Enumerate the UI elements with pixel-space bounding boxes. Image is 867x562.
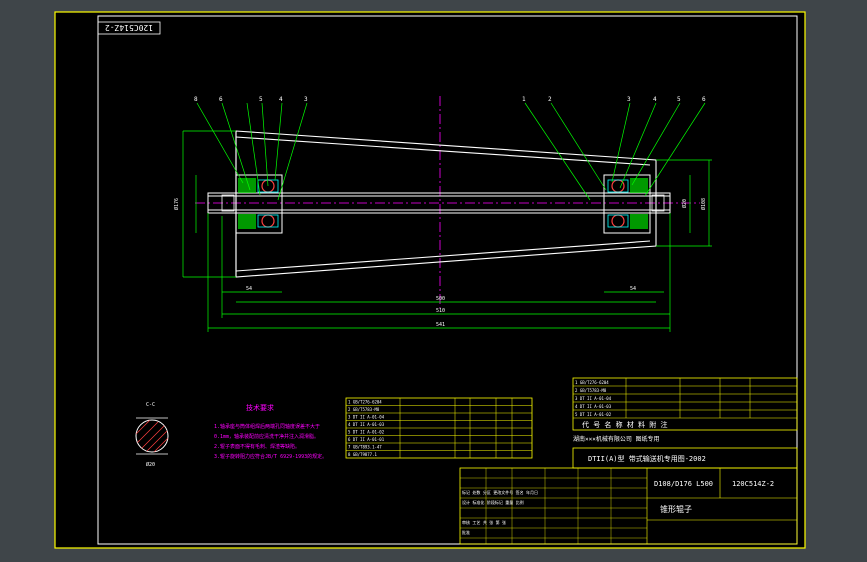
sheet-id-text: 120C514Z-2 [105, 23, 153, 32]
dim-length-541: 541 [436, 322, 445, 328]
callout-left-3: 5 [259, 96, 263, 103]
right-part-4: 4 DT II A-01-03 [575, 404, 612, 409]
dim-dia-large: Ø176 [173, 198, 180, 210]
dim-length-54-right: 54 [630, 286, 636, 292]
section-dim: Ø20 [146, 461, 155, 468]
left-part-3: 3 DT II A-01-04 [348, 415, 385, 420]
dim-length-500: 500 [436, 296, 445, 302]
tech-req-line-4: 3.辊子旋转阻力应符合JB/T 6929-1993的规定。 [214, 453, 327, 460]
callout-right-1: 1 [522, 96, 526, 103]
series-title: DTII(A)型 带式输送机专用图-2002 [588, 454, 706, 463]
callout-right-3: 3 [627, 96, 631, 103]
tech-req-line-1: 1.轴承座与筒体组焊后两端孔同轴度误差不大于 [214, 423, 320, 430]
right-part-5: 5 DT II A-01-02 [575, 412, 612, 417]
left-part-7: 7 GB/T893.1-47 [348, 445, 382, 450]
right-part-2: 2 GB/T5783-M8 [575, 388, 607, 393]
company-line: 湖南×××机械有限公司 图纸专用 [573, 435, 659, 443]
left-part-4: 4 DT II A-01-03 [348, 422, 385, 427]
rev-row-3: 审核 工艺 共 张 第 张 [462, 519, 506, 525]
dim-length-54-left: 54 [246, 286, 252, 292]
header-code-row: 代 号 名 称 材 料 附 注 [582, 420, 668, 429]
callout-right-6: 6 [702, 96, 706, 103]
left-part-2: 2 GB/T5783-M8 [348, 407, 380, 412]
tech-req-line-2: 0.1mm，轴承装配前应清洗干净并注入润滑脂。 [214, 433, 319, 440]
spec-text: D108/D176 L500 [654, 480, 713, 488]
callout-left-4: 4 [279, 96, 283, 103]
drawing-number: 120C514Z-2 [732, 480, 774, 488]
left-part-5: 5 DT II A-01-02 [348, 430, 385, 435]
part-name: 锥形辊子 [660, 504, 692, 514]
callout-right-2: 2 [548, 96, 552, 103]
cad-drawing-canvas: 120C514Z-2 8 6 5 4 3 1 2 3 4 5 6 Ø176 Ø1… [54, 11, 806, 549]
left-part-1: 1 GB/T276-6204 [348, 400, 382, 405]
callout-left-5: 3 [304, 96, 308, 103]
rev-row-1: 标记 处数 分区 更改文件号 签名 年月日 [462, 489, 538, 495]
left-part-6: 6 DT II A-01-01 [348, 437, 385, 442]
tech-req-line-3: 2.辊子表面不得有毛刺、焊渣等缺陷。 [214, 443, 300, 450]
section-label: C-C [146, 402, 155, 408]
dim-length-510: 510 [436, 308, 445, 314]
callout-right-4: 4 [653, 96, 657, 103]
callout-right-5: 5 [677, 96, 681, 103]
callout-left-2: 6 [219, 96, 223, 103]
left-part-8: 8 GB/T9877.1 [348, 452, 377, 457]
rev-row-2: 设计 标准化 阶段标记 重量 比例 [462, 499, 524, 505]
dim-dia-small: Ø108 [700, 198, 707, 210]
tech-req-title: 技术要求 [246, 403, 274, 412]
right-part-1: 1 GB/T276-6204 [575, 380, 609, 385]
callout-left-1: 8 [194, 96, 198, 103]
rev-row-4: 批准 [462, 529, 470, 535]
right-part-3: 3 DT II A-01-04 [575, 396, 612, 401]
dim-dia-shaft: Ø20 [681, 199, 688, 208]
rotated-sheet-id: 120C514Z-2 [97, 21, 161, 35]
